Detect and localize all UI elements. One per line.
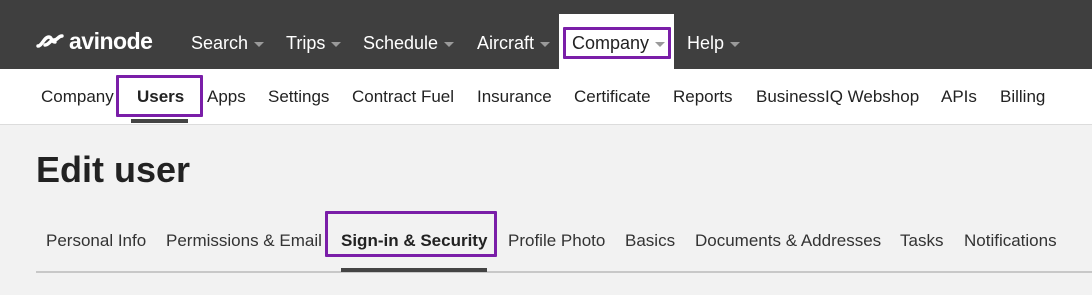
topnav-label: Company <box>572 32 650 53</box>
topnav-label: Aircraft <box>477 32 535 53</box>
page-title: Edit user <box>36 149 191 190</box>
avinode-logo[interactable]: avinode <box>36 28 153 54</box>
subnav-item-businessiq-webshop[interactable]: BusinessIQ Webshop <box>756 87 919 107</box>
topnav-label: Trips <box>286 32 326 53</box>
subnav-item-certificate[interactable]: Certificate <box>574 87 651 107</box>
caret-down-icon <box>540 41 551 47</box>
subnav-item-company[interactable]: Company <box>41 87 114 107</box>
tab-permissions-email[interactable]: Permissions & Email <box>166 231 322 251</box>
tab-profile-photo[interactable]: Profile Photo <box>508 231 605 251</box>
topnav-label: Search <box>191 32 249 53</box>
avinode-logo-icon <box>36 33 64 49</box>
topnav-label: Schedule <box>363 32 439 53</box>
tab-tasks[interactable]: Tasks <box>900 231 943 251</box>
topnav-item-help[interactable]: Help <box>687 29 741 57</box>
tabs-divider <box>36 271 1092 273</box>
caret-down-icon <box>254 41 265 47</box>
tab-active-underline <box>341 268 487 272</box>
subnav-item-apps[interactable]: Apps <box>207 87 246 107</box>
subnav-item-insurance[interactable]: Insurance <box>477 87 552 107</box>
subnav-item-settings[interactable]: Settings <box>268 87 329 107</box>
tab-sign-in-security[interactable]: Sign-in & Security <box>341 231 487 251</box>
tab-documents-addresses[interactable]: Documents & Addresses <box>695 231 881 251</box>
subnav-active-underline <box>131 119 188 123</box>
top-navigation-bar: avinode Search Trips Schedule Aircraft C… <box>0 0 1092 69</box>
caret-down-icon <box>730 41 741 47</box>
caret-down-icon <box>655 41 666 47</box>
tab-notifications[interactable]: Notifications <box>964 231 1057 251</box>
topnav-item-aircraft[interactable]: Aircraft <box>477 29 551 57</box>
tab-basics[interactable]: Basics <box>625 231 675 251</box>
logo-text: avinode <box>69 28 153 54</box>
tab-personal-info[interactable]: Personal Info <box>46 231 146 251</box>
subnav-item-billing[interactable]: Billing <box>1000 87 1045 107</box>
caret-down-icon <box>331 41 342 47</box>
subnav-item-reports[interactable]: Reports <box>673 87 733 107</box>
topnav-item-schedule[interactable]: Schedule <box>363 29 455 57</box>
subnav-item-users[interactable]: Users <box>137 87 184 107</box>
topnav-label: Help <box>687 32 725 53</box>
caret-down-icon <box>444 41 455 47</box>
subnav-item-apis[interactable]: APIs <box>941 87 977 107</box>
topnav-item-search[interactable]: Search <box>191 29 265 57</box>
topnav-item-company[interactable]: Company <box>572 29 666 57</box>
topnav-item-trips[interactable]: Trips <box>286 29 342 57</box>
subnav-item-contract-fuel[interactable]: Contract Fuel <box>352 87 454 107</box>
